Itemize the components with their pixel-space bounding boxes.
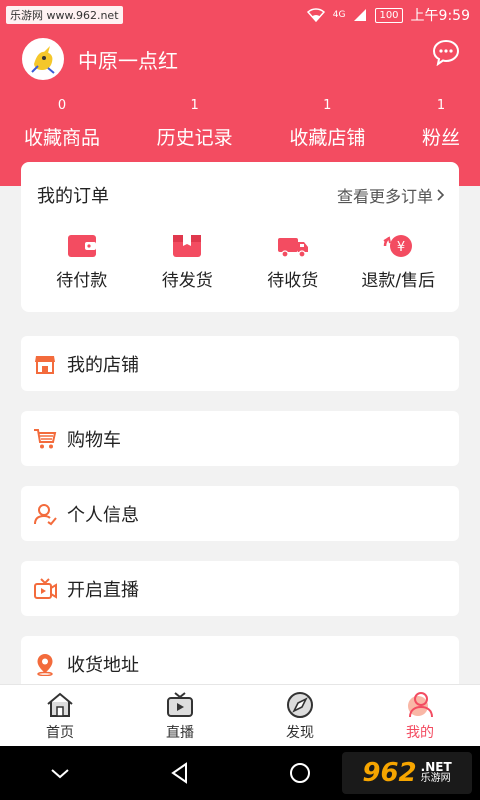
wifi-icon (306, 8, 325, 22)
tab-live[interactable]: 直播 (120, 685, 240, 746)
menu-label: 个人信息 (67, 504, 139, 526)
box-icon (173, 235, 202, 257)
wallet-icon (67, 235, 96, 257)
watermark-text: 乐游网 www.962.net (6, 6, 123, 24)
order-status-label: 待收货 (267, 271, 319, 291)
logo-site: 乐游网 (420, 773, 451, 784)
stat-count: 1 (436, 98, 446, 113)
location-pin-icon (37, 653, 53, 676)
chat-bubble-icon[interactable] (432, 38, 460, 66)
orders-title: 我的订单 (37, 186, 109, 207)
live-camera-icon (34, 577, 57, 599)
menu-label: 开启直播 (67, 579, 139, 601)
stat-history[interactable]: 1 历史记录 (157, 98, 233, 150)
avatar[interactable] (22, 38, 64, 80)
tab-label: 我的 (406, 724, 434, 741)
stat-label: 收藏商品 (24, 127, 101, 149)
profile-info[interactable]: 中原一点红 (22, 38, 178, 80)
back-icon[interactable] (168, 761, 192, 785)
refund-icon: ¥ (383, 235, 413, 257)
bottom-tab-bar: 首页 直播 发现 我的 (0, 684, 480, 746)
menu-personal-info[interactable]: 个人信息 (21, 486, 459, 541)
logo-number: 962 (362, 758, 417, 788)
tab-discover[interactable]: 发现 (240, 685, 360, 746)
profile-icon (408, 691, 433, 717)
clock: 上午9:59 (410, 8, 470, 24)
home-circle-icon[interactable] (288, 761, 312, 785)
profile-header: 乐游网 www.962.net 4G 100 上午9:59 中原一点红 0 收藏… (0, 0, 480, 186)
view-more-orders-link[interactable]: 查看更多订单 (337, 183, 445, 207)
orders-header: 我的订单 查看更多订单 (21, 162, 459, 208)
stat-count: 0 (57, 98, 67, 113)
menu-shipping-address[interactable]: 收货地址 (21, 636, 459, 691)
battery-icon: 100 (375, 7, 403, 23)
order-status-label: 退款/售后 (361, 271, 436, 291)
menu-label: 购物车 (67, 429, 121, 451)
shop-icon (35, 355, 55, 374)
chevron-right-icon (437, 189, 445, 201)
logo-text: .NET 乐游网 (421, 761, 452, 785)
stat-favorite-shops[interactable]: 1 收藏店铺 (289, 98, 365, 150)
order-pending-receipt[interactable]: 待收货 (243, 232, 343, 291)
menu-label: 我的店铺 (67, 354, 139, 376)
stats-row: 0 收藏商品 1 历史记录 1 收藏店铺 1 粉丝 (0, 98, 480, 150)
username: 中原一点红 (78, 48, 178, 73)
truck-icon (277, 238, 308, 258)
network-type: 4G (332, 10, 346, 20)
stat-label: 收藏店铺 (289, 127, 366, 149)
order-pending-payment[interactable]: 待付款 (32, 232, 132, 291)
order-pending-shipment[interactable]: 待发货 (137, 232, 237, 291)
tab-label: 直播 (166, 724, 194, 741)
order-status-label: 待付款 (56, 271, 108, 291)
order-status-label: 待发货 (161, 271, 213, 291)
cartoon-avatar-icon (24, 40, 62, 78)
tab-label: 发现 (286, 724, 314, 741)
menu-my-shop[interactable]: 我的店铺 (21, 336, 459, 391)
tab-mine[interactable]: 我的 (360, 685, 480, 746)
order-status-row: 待付款 待发货 待收货 ¥ 退款/售后 (21, 208, 459, 291)
tv-icon (167, 691, 193, 717)
svg-text:¥: ¥ (397, 240, 405, 255)
user-icon (34, 503, 57, 525)
signal-icon (354, 9, 367, 21)
menu-cart[interactable]: 购物车 (21, 411, 459, 466)
menu-start-live[interactable]: 开启直播 (21, 561, 459, 616)
orders-card: 我的订单 查看更多订单 待付款 待发货 待收货 ¥ 退款/售后 (21, 162, 459, 312)
stat-label: 粉丝 (421, 127, 460, 149)
stat-count: 1 (323, 98, 332, 113)
logo-net: .NET (420, 760, 452, 774)
tab-home[interactable]: 首页 (0, 685, 120, 746)
status-bar: 乐游网 www.962.net 4G 100 上午9:59 (0, 0, 480, 30)
compass-icon (287, 691, 313, 718)
tab-label: 首页 (46, 724, 74, 741)
site-logo: 962 .NET 乐游网 (342, 752, 472, 794)
stat-label: 历史记录 (156, 127, 233, 149)
menu-label: 收货地址 (67, 654, 139, 676)
stat-count: 1 (190, 98, 199, 113)
chevron-down-icon[interactable] (48, 761, 72, 785)
order-refund[interactable]: ¥ 退款/售后 (348, 232, 448, 291)
home-icon (47, 692, 73, 717)
stat-favorite-goods[interactable]: 0 收藏商品 (24, 98, 100, 150)
view-more-label: 查看更多订单 (336, 187, 433, 206)
cart-icon (34, 428, 57, 448)
stat-fans[interactable]: 1 粉丝 (422, 98, 460, 150)
